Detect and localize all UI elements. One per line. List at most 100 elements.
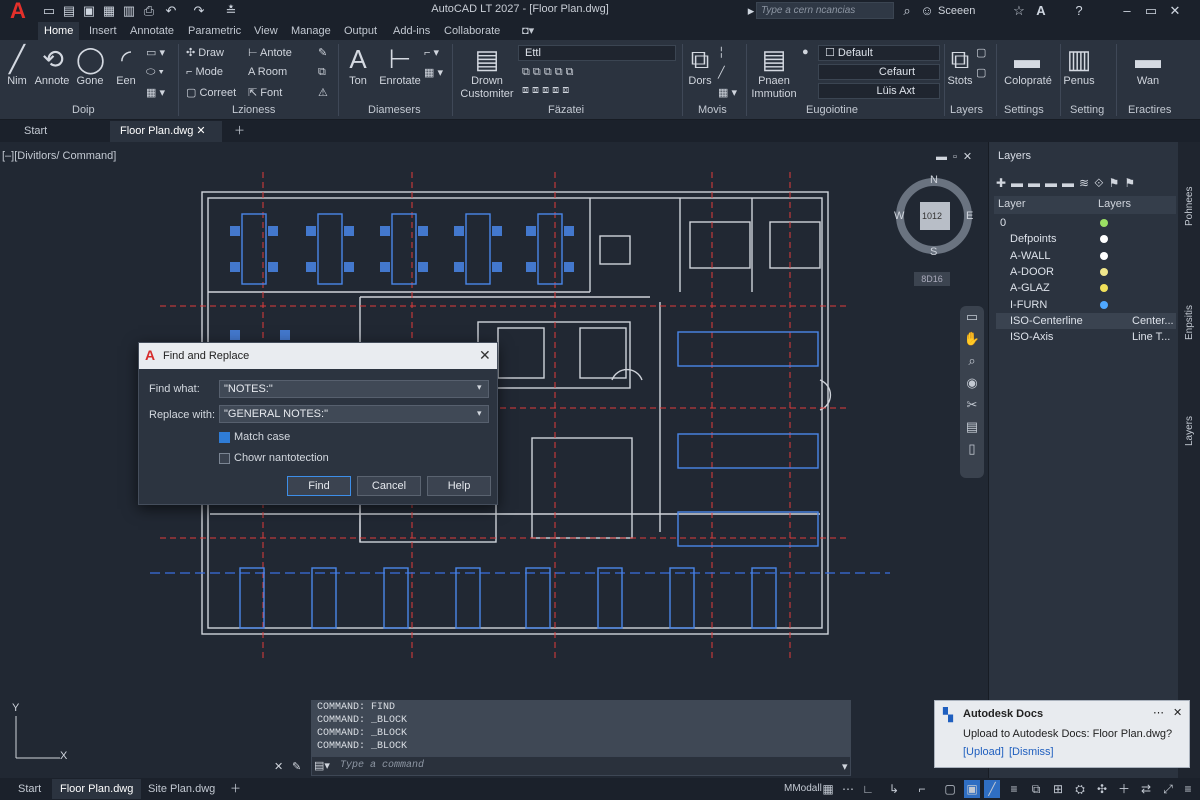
polar-icon[interactable]: ↳: [886, 780, 902, 798]
open-icon[interactable]: ▤: [60, 2, 78, 20]
dimension-icon[interactable]: ⊢: [380, 44, 420, 74]
viewcube-face[interactable]: 1012: [922, 211, 942, 221]
side-tab-pohnees[interactable]: Pohnees: [1184, 187, 1195, 226]
group-draw-label[interactable]: Doip: [72, 104, 95, 116]
find-dropdown-icon[interactable]: ▾: [477, 382, 482, 393]
tab-floor-plan[interactable]: Floor Plan.dwg ✕: [110, 121, 222, 142]
layer-row[interactable]: A-DOOR: [996, 264, 1176, 280]
layer-row[interactable]: Defpoints: [996, 231, 1176, 247]
add-layout-icon[interactable]: ＋: [222, 779, 249, 799]
layer-row[interactable]: A-GLAZ: [996, 280, 1176, 296]
ribbon-room-item[interactable]: A Room: [248, 66, 287, 78]
ribbon-stots-label[interactable]: Stots: [944, 75, 976, 87]
ribbon-immution-label[interactable]: Immution: [750, 88, 798, 100]
viewcube-north[interactable]: N: [930, 174, 938, 186]
dialog-close-icon[interactable]: ✕: [479, 347, 491, 364]
hatch-icon[interactable]: ⬭ ▾: [146, 66, 164, 79]
workspace-icon[interactable]: ✣: [1094, 780, 1110, 798]
ribbon-wan-label[interactable]: Wan: [1128, 75, 1168, 87]
lineweight-icon[interactable]: ≡: [1006, 780, 1022, 798]
help-button[interactable]: Help: [427, 476, 491, 496]
table-icon[interactable]: ▦ ▾: [424, 66, 443, 79]
toast-dismiss-link[interactable]: [Dismiss]: [1009, 746, 1054, 758]
user-icon[interactable]: ☺: [918, 2, 936, 20]
toast-upload-link[interactable]: [Upload]: [963, 746, 1004, 758]
units-icon[interactable]: ＋: [1116, 780, 1132, 798]
pencil-icon[interactable]: ✎: [318, 46, 327, 59]
layer-color-swatch[interactable]: [1100, 219, 1108, 227]
layer-row[interactable]: 0: [996, 215, 1176, 231]
viewcube-east[interactable]: E: [966, 210, 973, 222]
tab-manage[interactable]: Manage: [285, 22, 337, 40]
movis-tool-icon[interactable]: ╎: [718, 46, 725, 59]
layer-color-swatch[interactable]: [1100, 300, 1108, 309]
layers-icon[interactable]: ⧉: [948, 44, 972, 74]
object-snap-icon[interactable]: ▣: [964, 780, 980, 798]
tab-view[interactable]: View: [248, 22, 284, 40]
nav-show-icon[interactable]: ▤: [960, 416, 984, 438]
viewcube-south[interactable]: S: [930, 246, 937, 258]
polyline-icon[interactable]: ⟲: [36, 44, 70, 74]
group-movis-label[interactable]: Movis: [698, 104, 727, 116]
group-eractires-label[interactable]: Eractires: [1128, 104, 1171, 116]
ribbon-een-label[interactable]: Een: [112, 75, 140, 87]
nav-orbit-icon[interactable]: ◉: [960, 372, 984, 394]
tab-start[interactable]: Start: [14, 121, 57, 142]
selection-icon[interactable]: ⊞: [1050, 780, 1066, 798]
tab-extra-icon[interactable]: ◘▾: [516, 22, 540, 40]
ribbon-penus-label[interactable]: Penus: [1062, 75, 1096, 87]
ribbon-font-item[interactable]: ⇱ Font: [248, 86, 282, 99]
new-tab-icon[interactable]: ＋: [224, 121, 255, 142]
nav-full-icon[interactable]: ▭: [960, 306, 984, 328]
nav-pan-icon[interactable]: ✋: [960, 328, 984, 350]
customize-icon[interactable]: ≡: [1180, 780, 1196, 798]
nav-more-icon[interactable]: ▯: [960, 438, 984, 460]
ribbon-gone-label[interactable]: Gone: [74, 75, 106, 87]
warning-icon[interactable]: ⚠: [318, 86, 328, 99]
command-icon[interactable]: ▤▾: [314, 759, 330, 772]
layout-tab-site-plan[interactable]: Site Plan.dwg: [140, 779, 223, 799]
tab-insert[interactable]: Insert: [83, 22, 123, 40]
layer-color-swatch[interactable]: [1100, 235, 1108, 244]
snap-icon[interactable]: ⋯: [840, 780, 856, 798]
viewcube-badge[interactable]: 8D16: [914, 272, 950, 286]
group-layers-label[interactable]: Layers: [950, 104, 983, 116]
favorites-icon[interactable]: ☆: [1010, 2, 1028, 20]
close-window-icon[interactable]: ✕: [1166, 2, 1184, 20]
viewcube-west[interactable]: W: [894, 210, 904, 222]
ribbon-correct-item[interactable]: ▢ Correet: [186, 86, 236, 99]
rect-icon[interactable]: ▭ ▾: [146, 46, 165, 59]
layer-linetype[interactable]: Center...: [1132, 313, 1174, 329]
group-annot-label[interactable]: Diamesers: [368, 104, 421, 116]
text-icon[interactable]: A: [344, 44, 372, 74]
search-icon[interactable]: ⌕: [898, 2, 916, 20]
explode-icon[interactable]: ⧉: [318, 66, 326, 79]
minimize-icon[interactable]: –: [1118, 2, 1136, 20]
isolate-icon[interactable]: ⇄: [1138, 780, 1154, 798]
layers-small-icon[interactable]: ▢: [976, 46, 986, 59]
chown-checkbox[interactable]: [219, 453, 230, 464]
new-icon[interactable]: ▭: [40, 2, 58, 20]
web-icon[interactable]: ▥: [120, 2, 138, 20]
group-settings-label[interactable]: Settings: [1004, 104, 1044, 116]
layers-col-state[interactable]: Layers: [1098, 198, 1131, 210]
layer-row[interactable]: I-FURN: [996, 297, 1176, 313]
restore-icon[interactable]: ▭: [1142, 2, 1160, 20]
tab-annotate[interactable]: Annotate: [124, 22, 180, 40]
line-icon[interactable]: ╱: [4, 44, 30, 74]
tab-parametric[interactable]: Parametric: [182, 22, 247, 40]
ribbon-annote-label[interactable]: Annote: [32, 75, 72, 87]
ribbon-drown-label[interactable]: Drown: [458, 75, 516, 87]
match-case-checkbox[interactable]: [219, 432, 230, 443]
movis-tool2-icon[interactable]: ╱: [718, 66, 725, 79]
ribbon-customiter-label[interactable]: Customiter: [458, 88, 516, 100]
osnap-icon[interactable]: ▢: [942, 780, 958, 798]
nav-steer-icon[interactable]: ✂: [960, 394, 984, 416]
layout-tab-start[interactable]: Start: [10, 779, 49, 799]
layer-row[interactable]: ISO-Centerline Center...: [996, 312, 1176, 329]
qa-dropdown-icon[interactable]: ≛: [222, 2, 240, 20]
tab-home[interactable]: Home: [38, 22, 80, 40]
tab-addins[interactable]: Add-ins: [387, 22, 436, 40]
save-icon[interactable]: ▣: [80, 2, 98, 20]
fullscreen-icon[interactable]: ⤢: [1160, 780, 1176, 798]
